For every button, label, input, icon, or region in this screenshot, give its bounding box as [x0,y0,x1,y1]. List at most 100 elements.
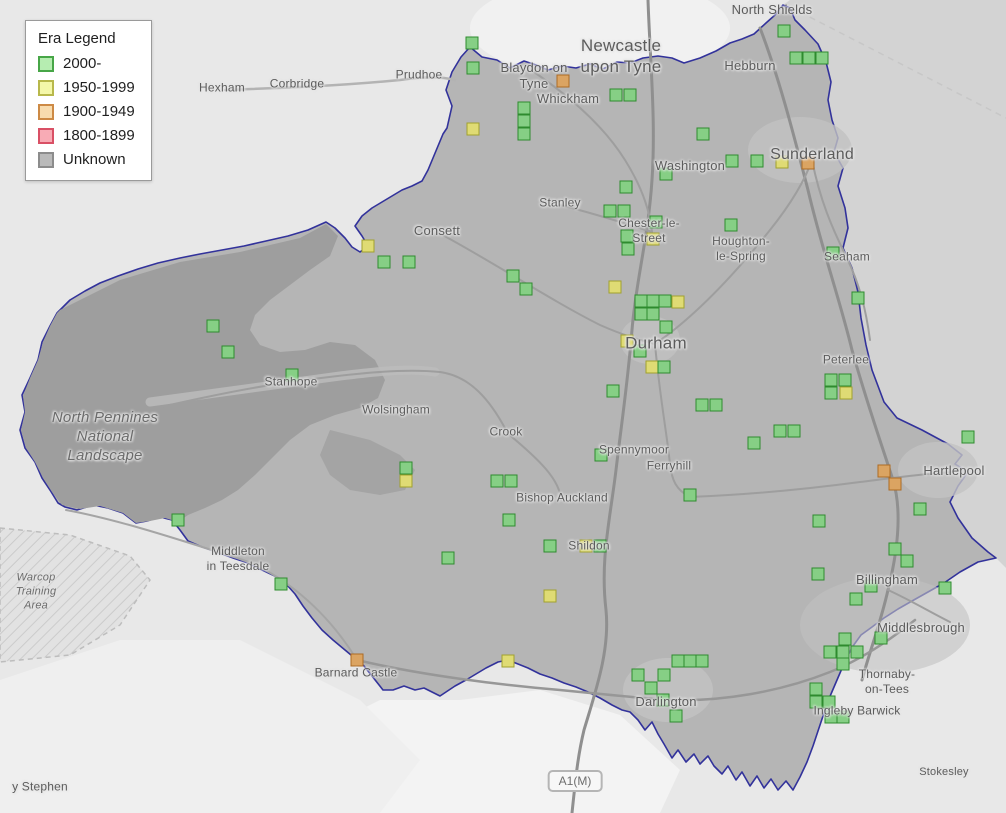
map-point-square[interactable] [697,128,710,141]
map-point-square[interactable] [812,568,825,581]
map-point-square[interactable] [660,168,673,181]
map-point-square[interactable] [851,646,864,659]
map-point-square[interactable] [810,696,823,709]
map-point-square[interactable] [803,52,816,65]
map-point-square[interactable] [939,582,952,595]
map-point-square[interactable] [865,580,878,593]
map-point-square[interactable] [595,449,608,462]
map-point-square[interactable] [466,37,479,50]
map-point-square[interactable] [839,374,852,387]
map-point-square[interactable] [618,205,631,218]
map-point-square[interactable] [748,437,761,450]
map-point-square[interactable] [520,283,533,296]
map-point-square[interactable] [557,75,570,88]
map-point-square[interactable] [647,233,660,246]
map-point-square[interactable] [696,399,709,412]
map-point-square[interactable] [632,669,645,682]
map-point-square[interactable] [658,361,671,374]
map-point-square[interactable] [544,540,557,553]
map-point-square[interactable] [659,295,672,308]
map-point-square[interactable] [878,465,891,478]
map-point-square[interactable] [400,475,413,488]
map-point-square[interactable] [684,489,697,502]
map-point-square[interactable] [788,425,801,438]
map-point-square[interactable] [607,385,620,398]
map-point-square[interactable] [604,205,617,218]
legend-item-label: 1800-1899 [63,127,135,144]
map-point-square[interactable] [840,387,853,400]
map-point-square[interactable] [660,321,673,334]
map-point-square[interactable] [827,247,840,260]
map-point-square[interactable] [620,181,633,194]
map-point-square[interactable] [207,320,220,333]
map-point-square[interactable] [751,155,764,168]
map-point-square[interactable] [802,157,815,170]
map-point-square[interactable] [852,292,865,305]
map-point-square[interactable] [778,25,791,38]
map-point-square[interactable] [467,123,480,136]
map-point-square[interactable] [518,115,531,128]
map-point-square[interactable] [914,503,927,516]
map-point-square[interactable] [813,515,826,528]
map-point-square[interactable] [351,654,364,667]
map-point-square[interactable] [222,346,235,359]
map-point-square[interactable] [362,240,375,253]
map-point-square[interactable] [839,633,852,646]
map-point-square[interactable] [503,514,516,527]
map-point-square[interactable] [275,578,288,591]
legend-item-1900-1949: 1900-1949 [38,103,135,120]
map-point-square[interactable] [403,256,416,269]
map-point-square[interactable] [850,593,863,606]
map-point-square[interactable] [624,89,637,102]
map-point-square[interactable] [518,128,531,141]
map-point-square[interactable] [172,514,185,527]
road-badge-label: A1(M) [559,774,592,788]
map-point-square[interactable] [825,387,838,400]
map-point-square[interactable] [647,308,660,321]
map-point-square[interactable] [710,399,723,412]
map-point-square[interactable] [609,281,622,294]
map-point-square[interactable] [580,540,593,553]
map-point-square[interactable] [650,216,663,229]
map-point-square[interactable] [726,155,739,168]
map-point-square[interactable] [875,632,888,645]
map-point-square[interactable] [696,655,709,668]
map-point-square[interactable] [518,102,531,115]
map-point-square[interactable] [634,345,647,358]
map-point-square[interactable] [672,296,685,309]
map-point-square[interactable] [622,243,635,256]
map-point-square[interactable] [823,696,836,709]
map-point-square[interactable] [594,540,607,553]
legend-item-label: 1900-1949 [63,103,135,120]
map-point-square[interactable] [378,256,391,269]
map-point-square[interactable] [658,669,671,682]
map-point-square[interactable] [610,89,623,102]
map-point-square[interactable] [286,369,299,382]
map-point-square[interactable] [901,555,914,568]
map-point-square[interactable] [670,710,683,723]
map-point-square[interactable] [491,475,504,488]
map-canvas[interactable]: Newcastle upon TyneNorth ShieldsHebburnB… [0,0,1006,813]
map-point-square[interactable] [725,219,738,232]
map-point-square[interactable] [442,552,455,565]
map-point-square[interactable] [837,711,850,724]
map-point-square[interactable] [816,52,829,65]
map-point-square[interactable] [505,475,518,488]
map-point-square[interactable] [825,374,838,387]
map-point-square[interactable] [790,52,803,65]
map-point-square[interactable] [467,62,480,75]
map-point-square[interactable] [621,335,634,348]
map-point-square[interactable] [776,156,789,169]
map-point-square[interactable] [962,431,975,444]
map-point-square[interactable] [657,694,670,707]
map-point-square[interactable] [824,646,837,659]
map-point-square[interactable] [544,590,557,603]
map-point-square[interactable] [837,658,850,671]
map-point-square[interactable] [810,683,823,696]
map-point-square[interactable] [774,425,787,438]
map-point-square[interactable] [507,270,520,283]
map-point-square[interactable] [502,655,515,668]
map-point-square[interactable] [621,230,634,243]
map-point-square[interactable] [889,478,902,491]
map-point-square[interactable] [400,462,413,475]
